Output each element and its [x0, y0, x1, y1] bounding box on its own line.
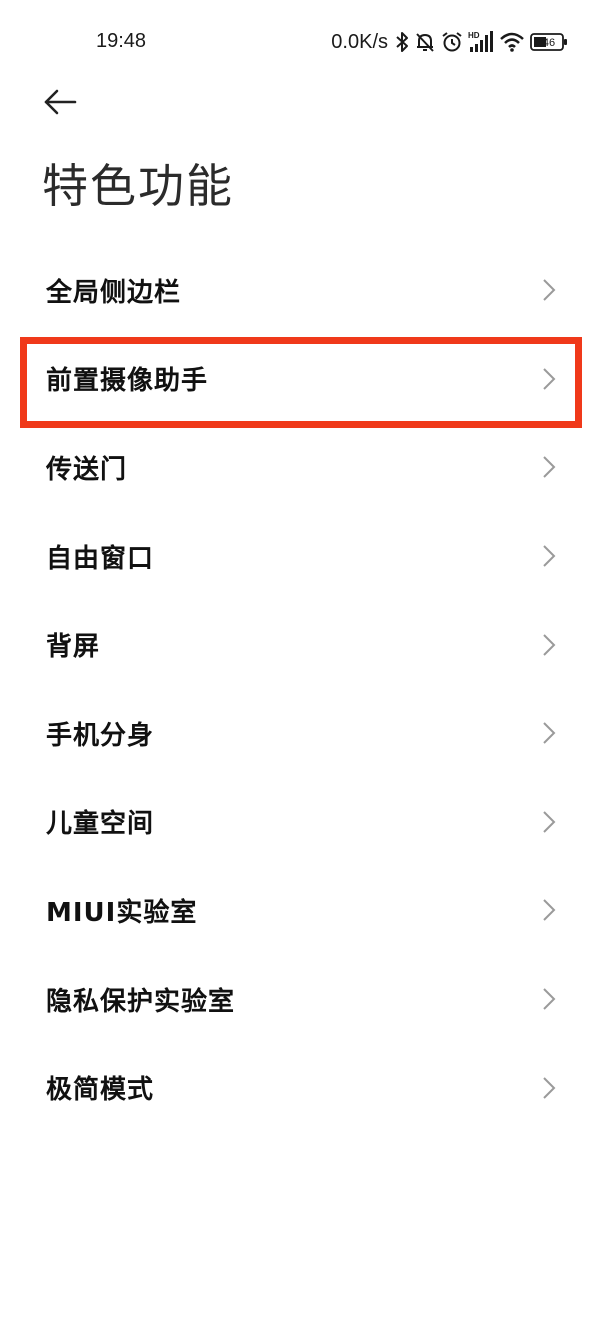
- menu-item-label: 隐私保护实验室: [46, 986, 236, 1017]
- bluetooth-icon: [395, 31, 409, 53]
- chevron-right-icon: [542, 278, 556, 302]
- menu-item-rear-screen[interactable]: 背屏: [0, 600, 600, 689]
- menu-item-label: 背屏: [46, 632, 101, 663]
- menu-item-label: 儿童空间: [46, 809, 155, 840]
- menu-item-kids-space[interactable]: 儿童空间: [0, 778, 600, 867]
- battery-icon: 46: [530, 32, 568, 52]
- chevron-right-icon: [542, 721, 556, 745]
- menu-item-label: 全局侧边栏: [46, 277, 182, 308]
- network-badge: HD: [468, 31, 480, 40]
- menu-item-simple-mode[interactable]: 极简模式: [0, 1043, 600, 1132]
- menu-item-label: 极简模式: [46, 1075, 155, 1106]
- back-button[interactable]: [36, 80, 84, 124]
- alarm-icon: [441, 31, 463, 53]
- chevron-right-icon: [542, 544, 556, 568]
- menu-item-privacy-lab[interactable]: 隐私保护实验室: [0, 955, 600, 1044]
- chevron-right-icon: [542, 898, 556, 922]
- network-speed: 0.0K/s: [331, 30, 388, 53]
- menu-item-second-space[interactable]: 手机分身: [0, 689, 600, 778]
- mute-bell-icon: [414, 31, 436, 53]
- battery-level: 46: [543, 37, 555, 49]
- chevron-right-icon: [542, 810, 556, 834]
- page-title: 特色功能: [42, 159, 234, 213]
- menu-item-portal[interactable]: 传送门: [0, 423, 600, 512]
- menu-item-global-sidebar[interactable]: 全局侧边栏: [0, 246, 600, 335]
- menu-item-free-window[interactable]: 自由窗口: [0, 512, 600, 601]
- chevron-right-icon: [542, 987, 556, 1011]
- menu-item-label: 传送门: [46, 454, 128, 485]
- menu-item-label: 前置摄像助手: [46, 366, 209, 397]
- menu-item-miui-lab[interactable]: MIUI实验室: [0, 866, 600, 955]
- menu-item-front-camera-assistant[interactable]: 前置摄像助手: [0, 335, 600, 424]
- signal-icon: HD: [468, 30, 494, 54]
- chevron-right-icon: [542, 1076, 556, 1100]
- wifi-icon: [499, 31, 525, 53]
- menu-item-label: 手机分身: [46, 720, 155, 751]
- chevron-right-icon: [542, 455, 556, 479]
- status-bar: 19:48 0.0K/s HD 46: [0, 0, 600, 84]
- status-icons: 0.0K/s HD 46: [331, 28, 568, 56]
- chevron-right-icon: [542, 633, 556, 657]
- arrow-left-icon: [44, 89, 77, 115]
- menu-item-label: 自由窗口: [46, 543, 155, 574]
- status-time: 19:48: [96, 30, 147, 52]
- settings-list: 全局侧边栏 前置摄像助手 传送门 自由窗口 背屏 手机分身 儿童空间 MIUI实…: [0, 246, 600, 1132]
- menu-item-label: MIUI实验室: [46, 897, 198, 928]
- chevron-right-icon: [542, 367, 556, 391]
